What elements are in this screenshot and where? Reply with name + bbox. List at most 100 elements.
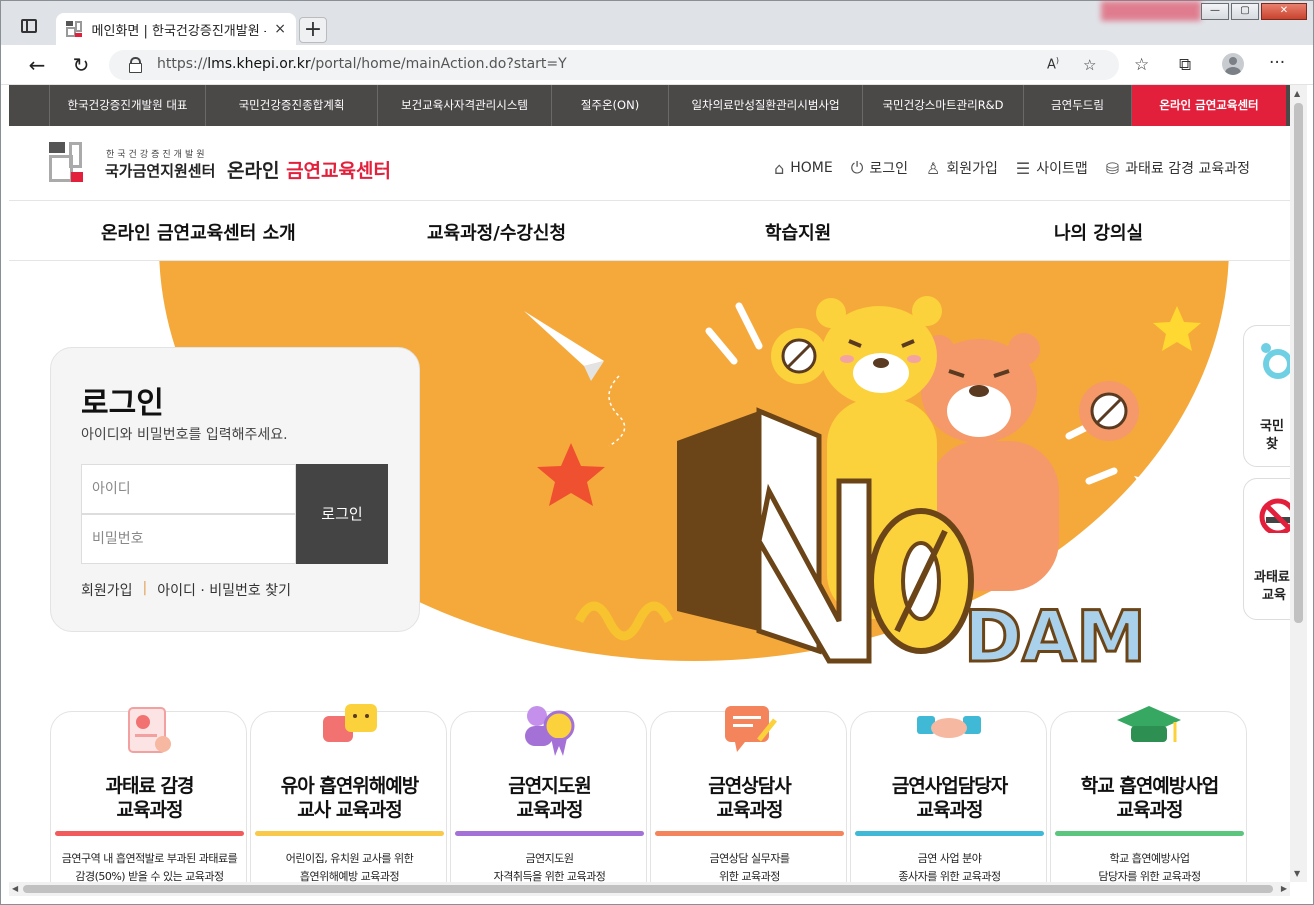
family-site-link[interactable]: 절주온(ON) (551, 85, 668, 126)
yellow-star-icon (1153, 306, 1201, 351)
find-account-link[interactable]: 아이디 · 비밀번호 찾기 (157, 580, 291, 600)
family-site-link[interactable]: 보건교육사자격관리시스템 (377, 85, 551, 126)
gnb-item-support[interactable]: 학습지원 (765, 219, 831, 245)
family-site-link[interactable]: 국민건강스마트관리R&D (862, 85, 1023, 126)
scroll-down-icon[interactable]: ▼ (1294, 869, 1300, 878)
course-description: 어린이집, 유치원 교사를 위한 흡연위해예방 교육과정 (285, 852, 414, 882)
family-site-link[interactable]: 일차의료만성질환관리시범사업 (668, 85, 862, 126)
course-color-bar (255, 831, 444, 836)
gnb-item-my-classroom[interactable]: 나의 강의실 (1054, 219, 1143, 245)
login-button[interactable]: 로그인 (296, 464, 388, 564)
horizontal-scroll-thumb[interactable] (23, 885, 1273, 893)
course-card[interactable]: 유아 흡연위해예방 교사 교육과정어린이집, 유치원 교사를 위한 흡연위해예방 교… (250, 704, 447, 882)
password-input[interactable]: 비밀번호 (81, 514, 296, 564)
svg-text:DAM: DAM (964, 596, 1146, 678)
course-title: 유아 흡연위해예방 교사 교육과정 (280, 775, 419, 821)
lock-icon[interactable] (129, 57, 142, 73)
login-title: 로그인 (81, 386, 164, 421)
browser-tab[interactable]: 메인화면 | 한국건강증진개발원 - 온 × (56, 13, 296, 45)
id-input[interactable]: 아이디 (81, 464, 296, 514)
family-site-link[interactable]: 한국건강증진개발원 대표 (49, 85, 205, 126)
family-site-link[interactable]: 온라인 금연교육센터 (1131, 85, 1286, 126)
site-header: 한국건강증진개발원 국가금연지원센터 온라인 금연교육센터 ⌂ HOME ⏻ 로그인 ♙… (9, 126, 1290, 201)
join-link[interactable]: 회원가입 (81, 580, 133, 600)
khepi-logo-icon[interactable] (49, 142, 93, 186)
vertical-scrollbar[interactable]: ▲ ▼ (1290, 85, 1307, 882)
util-label: HOME (790, 160, 833, 176)
util-link[interactable]: ⌂ HOME (774, 158, 833, 178)
favorites-icon[interactable]: ☆ (1134, 55, 1149, 75)
profile-avatar[interactable] (1222, 53, 1244, 75)
refresh-icon[interactable]: ↻ (69, 53, 93, 77)
collections-icon[interactable]: ⧉ (1179, 55, 1191, 75)
navigation-bar: ← ↻ https://lms.khepi.or.kr/portal/home/… (1, 45, 1313, 85)
util-label: 로그인 (869, 161, 909, 177)
util-link[interactable]: ☰ 사이트맵 (1016, 158, 1088, 178)
hero-banner: DAM 로그인 아이디와 비밀번호를 입력해주세요. 아이디 비밀번호 로그인 … (9, 261, 1290, 716)
course-description: 학교 흡연예방사업 담당자를 위한 교육과정 (1098, 852, 1201, 882)
course-card[interactable]: 학교 흡연예방사업 교육과정학교 흡연예방사업 담당자를 위한 교육과정 (1050, 706, 1247, 882)
scroll-left-icon[interactable]: ◀ (12, 882, 18, 896)
alarm-clock-icon (1261, 343, 1292, 379)
site-title[interactable]: 온라인 금연교육센터 (227, 156, 391, 183)
scroll-right-icon[interactable]: ▶ (1281, 882, 1287, 896)
login-box: 로그인 아이디와 비밀번호를 입력해주세요. 아이디 비밀번호 로그인 회원가입… (50, 347, 420, 632)
user-icon: ♙ (926, 158, 941, 178)
back-arrow-icon[interactable]: ← (25, 53, 49, 77)
course-description: 금연 사업 분야 종사자를 위한 교육과정 (898, 852, 1001, 882)
browser-window: 메인화면 | 한국건강증진개발원 - 온 × + — ▢ ✕ ← ↻ https… (0, 0, 1314, 905)
utility-menu: ⌂ HOME ⏻ 로그인 ♙ 회원가입 ☰ 사이트맵 ⛁ 과태료 감경 교육과정 (774, 158, 1250, 178)
course-title: 금연상담사 교육과정 (708, 775, 791, 821)
receipt-icon (128, 707, 171, 753)
scroll-up-icon[interactable]: ▲ (1294, 89, 1300, 98)
course-title: 금연사업담당자 교육과정 (891, 775, 1008, 821)
course-cards: 과태료 감경 교육과정 금연구역 내 흡연적발로 부과된 과태료를 감경(50%) 받… (50, 704, 1250, 882)
power-icon: ⏻ (850, 158, 864, 177)
url-text[interactable]: https://lms.khepi.or.kr/portal/home/main… (157, 56, 567, 72)
new-tab-button[interactable]: + (299, 17, 327, 43)
course-card[interactable]: 금연사업담당자 교육과정금연 사업 분야 종사자를 위한 교육과정 (850, 711, 1047, 882)
util-link[interactable]: ♙ 회원가입 (926, 158, 998, 178)
nodam-mascot-illustration: DAM (524, 296, 1201, 680)
chat-bubbles-icon (323, 704, 377, 742)
course-card[interactable]: 금연상담사 교육과정금연상담 실무자를 위한 교육과정 (650, 706, 847, 882)
course-description: 금연상담 실무자를 위한 교육과정 (709, 852, 790, 882)
paper-plane-icon (524, 311, 604, 381)
minimize-button[interactable]: — (1201, 3, 1229, 20)
main-navigation: 온라인 금연교육센터 소개 교육과정/수강신청 학습지원 나의 강의실 (9, 201, 1290, 261)
background-window-blur (1101, 1, 1201, 21)
close-window-button[interactable]: ✕ (1261, 3, 1307, 20)
family-site-link[interactable]: 국민건강증진종합계획 (205, 85, 377, 126)
maximize-button[interactable]: ▢ (1231, 3, 1259, 20)
util-link[interactable]: ⛁ 과태료 감경 교육과정 (1106, 158, 1250, 178)
address-bar[interactable]: https://lms.khepi.or.kr/portal/home/main… (109, 50, 1119, 80)
course-title: 학교 흡연예방사업 교육과정 (1080, 775, 1219, 821)
handshake-icon (917, 716, 981, 738)
family-site-link[interactable]: 금연두드림 (1023, 85, 1131, 126)
more-icon[interactable]: ··· (1269, 53, 1285, 73)
util-label: 과태료 감경 교육과정 (1125, 161, 1250, 177)
horizontal-scrollbar[interactable]: ◀ ▶ (9, 882, 1290, 896)
tab-close-icon[interactable]: × (274, 21, 286, 37)
family-site-bar: 한국건강증진개발원 대표 국민건강증진종합계획 보건교육사자격관리시스템 절주온(ON… (9, 85, 1290, 126)
course-color-bar (455, 831, 644, 836)
read-aloud-icon[interactable]: A) (1047, 56, 1059, 72)
add-favorite-icon[interactable]: ☆ (1083, 56, 1096, 74)
tab-actions-icon[interactable] (21, 19, 37, 33)
badge-icon (525, 706, 575, 756)
logo-title[interactable]: 국가금연지원센터 (105, 160, 215, 181)
course-description: 금연지도원 자격취득을 위한 교육과정 (493, 852, 606, 882)
gnb-item-courses[interactable]: 교육과정/수강신청 (427, 219, 566, 245)
util-label: 사이트맵 (1036, 161, 1088, 177)
course-title: 금연지도원 교육과정 (508, 775, 591, 821)
gnb-item-intro[interactable]: 온라인 금연교육센터 소개 (101, 219, 296, 245)
memo-icon (725, 706, 777, 752)
util-link[interactable]: ⏻ 로그인 (851, 158, 908, 178)
vertical-scroll-thumb[interactable] (1294, 103, 1303, 623)
page-viewport: 한국건강증진개발원 대표 국민건강증진종합계획 보건교육사자격관리시스템 절주온(ON… (9, 85, 1290, 882)
logo-subtitle: 한국건강증진개발원 (106, 150, 208, 160)
course-card[interactable]: 과태료 감경 교육과정 금연구역 내 흡연적발로 부과된 과태료를 감경(50%) 받… (50, 707, 247, 882)
course-card[interactable]: 금연지도원 교육과정금연지도원 자격취득을 위한 교육과정 (450, 706, 647, 882)
login-description: 아이디와 비밀번호를 입력해주세요. (81, 427, 288, 443)
menu-icon: ☰ (1015, 158, 1031, 178)
